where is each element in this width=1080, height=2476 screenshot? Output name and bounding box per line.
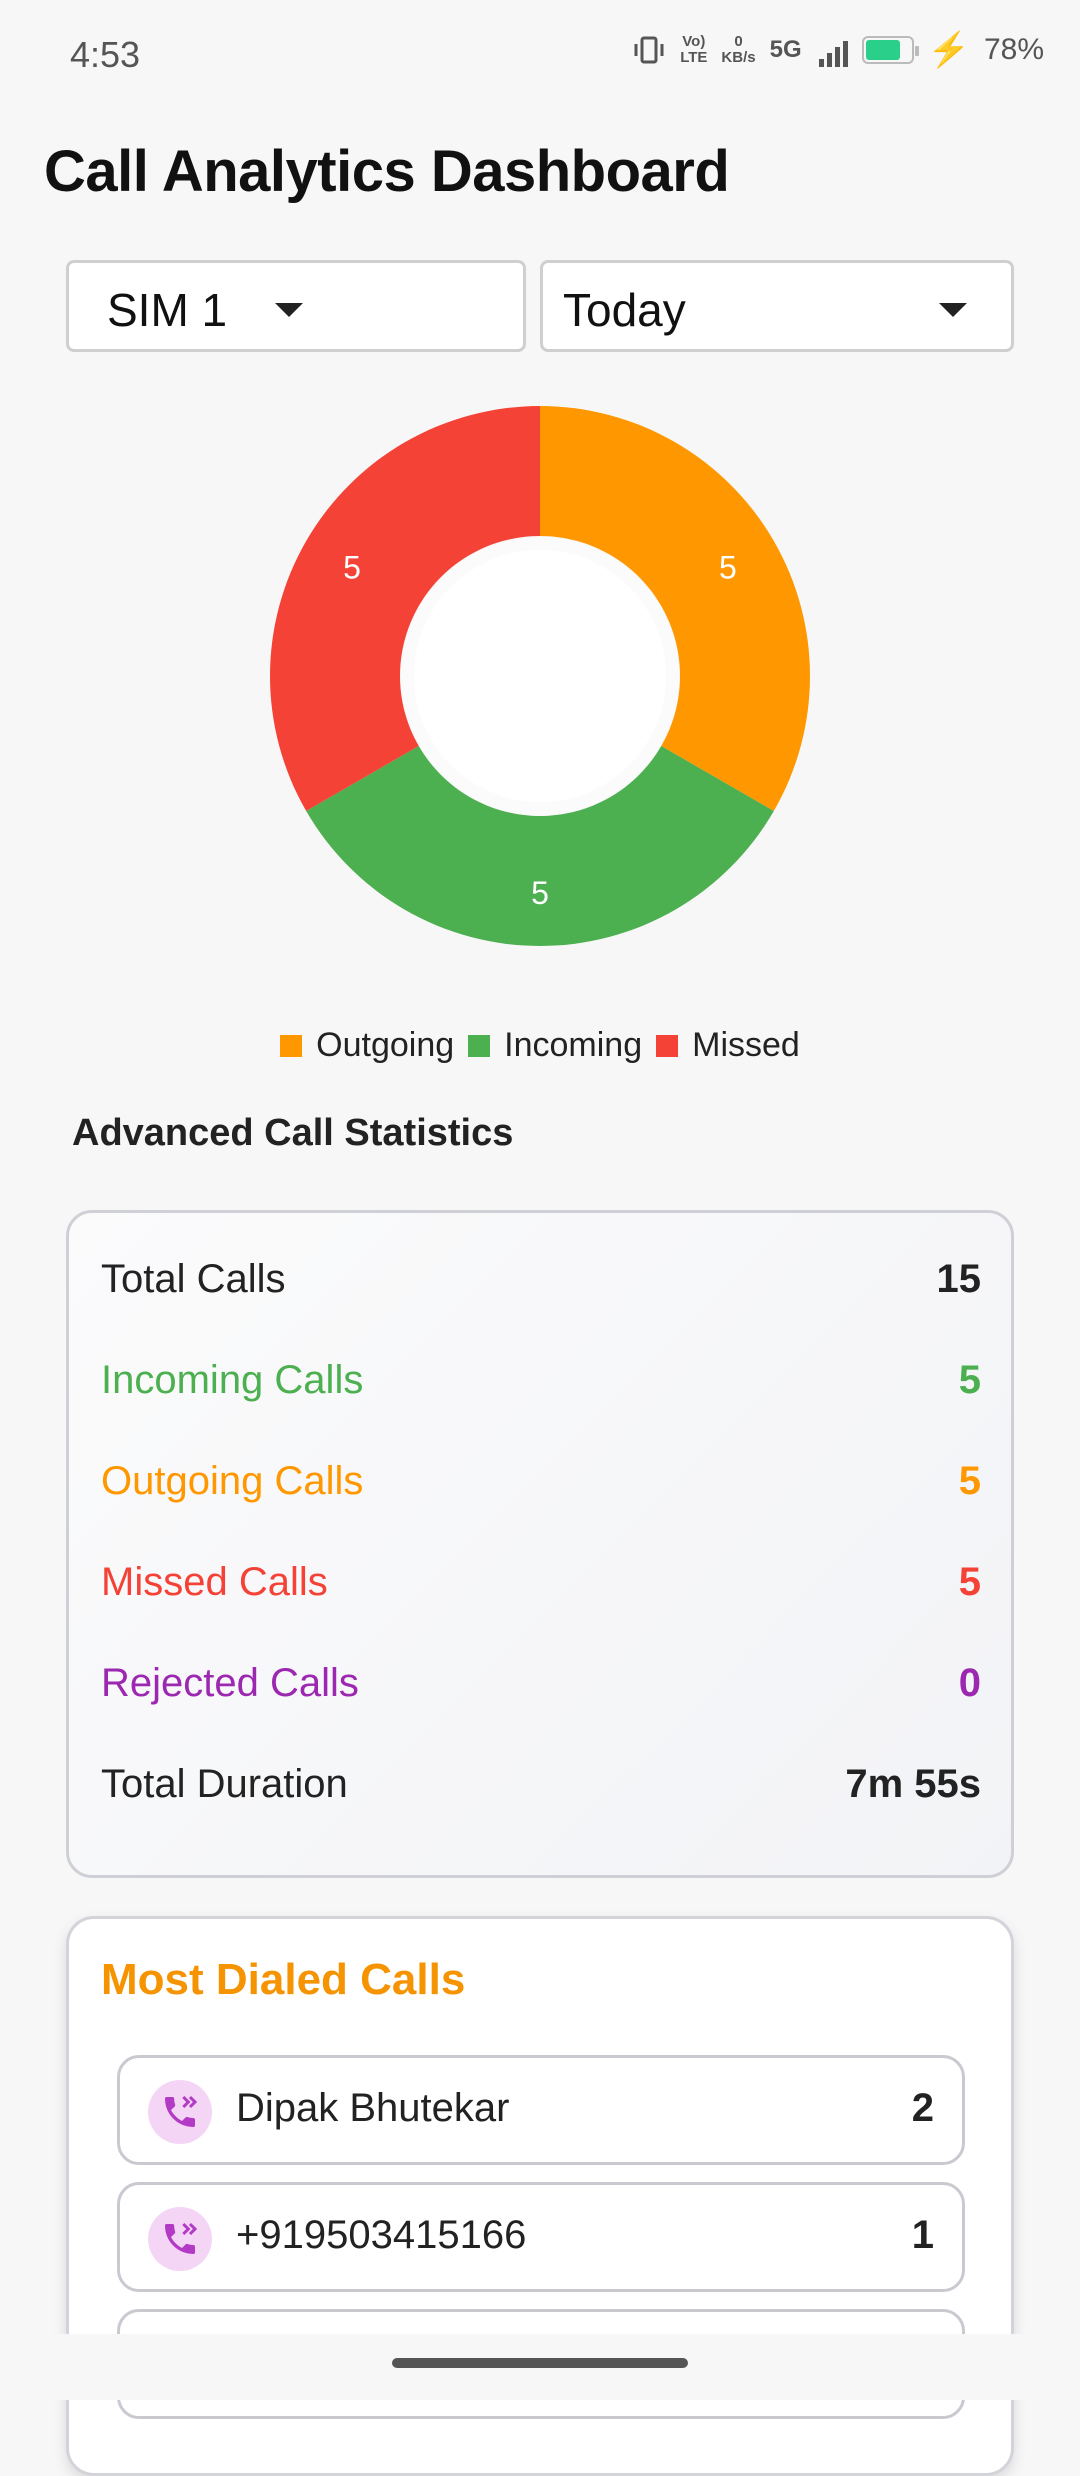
stat-row: Missed Calls 5 <box>101 1552 981 1612</box>
volte-top: Vo) <box>682 33 706 50</box>
stat-value: 5 <box>958 1357 981 1402</box>
dialed-count: 2 <box>911 2086 934 2130</box>
stat-value: 15 <box>936 1256 982 1301</box>
volte-icon: Vo) LTE <box>680 34 707 66</box>
legend-label: Incoming <box>504 1026 643 1064</box>
stat-row: Total Duration 7m 55s <box>101 1754 981 1814</box>
dialed-list-item[interactable]: +919503415166 1 <box>117 2182 965 2292</box>
stat-row: Incoming Calls 5 <box>101 1350 981 1410</box>
legend-label: Outgoing <box>316 1026 455 1064</box>
outgoing-call-icon <box>148 2080 212 2144</box>
stat-value: 5 <box>958 1458 981 1503</box>
dialed-count: 1 <box>911 2213 934 2257</box>
legend-swatch <box>656 1034 679 1057</box>
legend-item-missed[interactable]: Missed <box>656 1026 800 1065</box>
slice-value-label: 5 <box>343 550 361 586</box>
stats-card: Total Calls 15 Incoming Calls 5 Outgoing Cal… <box>66 1210 1014 1878</box>
data-rate-unit: KB/s <box>721 49 756 66</box>
most-dialed-title: Most Dialed Calls <box>101 1955 466 2004</box>
stat-label: Outgoing Calls <box>101 1458 364 1503</box>
vibrate-icon <box>634 36 664 64</box>
chart-legend: Outgoing Incoming Missed <box>0 1026 1080 1065</box>
battery-icon <box>861 36 919 64</box>
stat-label: Total Calls <box>101 1256 286 1301</box>
data-rate-value: 0 <box>734 33 743 50</box>
dialed-list-item[interactable]: Dipak Bhutekar 2 <box>117 2055 965 2165</box>
stat-label: Incoming Calls <box>101 1357 364 1402</box>
slice-value-label: 5 <box>531 875 549 911</box>
chevron-down-icon <box>939 303 967 317</box>
battery-percent: 78% <box>983 33 1044 66</box>
dialed-contact-name: Dipak Bhutekar <box>236 2086 510 2130</box>
stat-value: 0 <box>958 1660 981 1705</box>
dialed-contact-name: +919503415166 <box>236 2213 527 2257</box>
sim-select[interactable]: SIM 1 <box>66 260 526 352</box>
call-type-donut-chart: 5 5 5 <box>269 406 810 946</box>
stat-value: 5 <box>958 1559 981 1604</box>
status-time: 4:53 <box>70 34 141 75</box>
period-select[interactable]: Today <box>540 260 1014 352</box>
legend-swatch <box>468 1034 491 1057</box>
sim-select-value: SIM 1 <box>107 284 228 336</box>
slice-value-label: 5 <box>719 550 737 586</box>
status-bar: 4:53 Vo) LTE 0 KB/s 5G ⚡ 78% <box>0 0 1080 110</box>
status-icons: Vo) LTE 0 KB/s 5G ⚡ 78% <box>632 30 1044 70</box>
stat-row: Rejected Calls 0 <box>101 1653 981 1713</box>
stat-label: Missed Calls <box>101 1559 328 1604</box>
volte-bottom: LTE <box>680 49 708 66</box>
chevron-down-icon <box>275 303 303 317</box>
stat-row: Outgoing Calls 5 <box>101 1451 981 1511</box>
charging-icon: ⚡ <box>927 31 970 69</box>
home-indicator[interactable] <box>392 2358 688 2368</box>
page-title: Call Analytics Dashboard <box>44 139 730 204</box>
outgoing-call-icon <box>148 2207 212 2271</box>
donut-hole <box>414 550 666 802</box>
signal-icon <box>816 33 848 67</box>
stat-label: Rejected Calls <box>101 1660 359 1705</box>
period-select-value: Today <box>563 284 686 336</box>
stat-value: 7m 55s <box>845 1761 981 1806</box>
battery-fill <box>865 40 900 60</box>
legend-item-incoming[interactable]: Incoming <box>468 1026 642 1065</box>
stat-row: Total Calls 15 <box>101 1249 981 1309</box>
stat-label: Total Duration <box>101 1761 348 1806</box>
network-type: 5G <box>769 36 802 63</box>
legend-item-outgoing[interactable]: Outgoing <box>280 1026 454 1065</box>
legend-label: Missed <box>692 1026 800 1064</box>
stats-section-title: Advanced Call Statistics <box>72 1112 514 1154</box>
legend-swatch <box>280 1034 303 1057</box>
data-rate: 0 KB/s <box>721 34 755 66</box>
